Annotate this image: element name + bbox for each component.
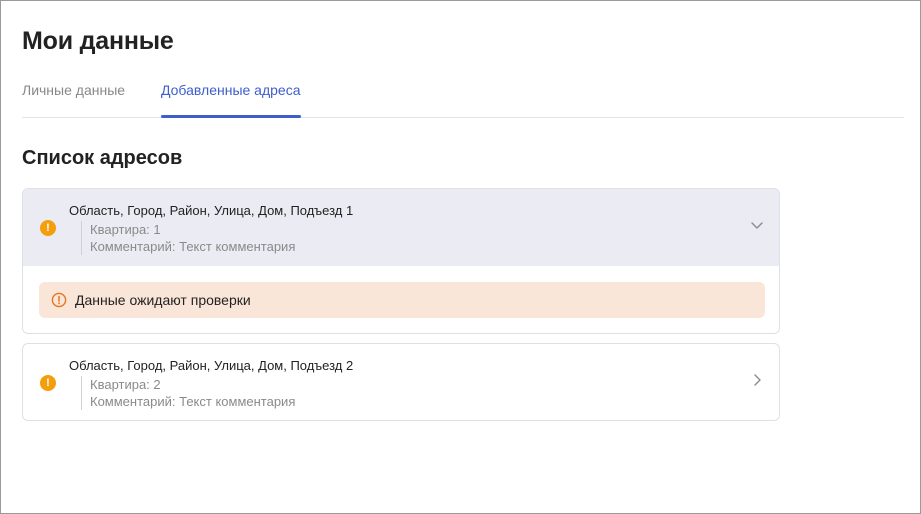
tab-bar: Личные данные Добавленные адреса [22, 71, 904, 118]
warning-icon: ! [40, 375, 56, 391]
comment-text: Комментарий: Текст комментария [90, 239, 296, 254]
chevron-right-icon[interactable] [749, 372, 765, 388]
pending-verification-notice: Данные ожидают проверки [39, 282, 765, 318]
address-card[interactable]: ! Область, Город, Район, Улица, Дом, Под… [22, 343, 780, 421]
section-title: Список адресов [22, 147, 183, 169]
address-text: Область, Город, Район, Улица, Дом, Подъе… [69, 358, 354, 373]
tab-personal-data[interactable]: Личные данные [22, 71, 125, 117]
apartment-text: Квартира: 1 [90, 222, 161, 237]
page-title: Мои данные [22, 27, 174, 55]
page-frame: Мои данные Личные данные Добавленные адр… [0, 0, 921, 514]
warning-outline-icon [51, 292, 67, 308]
comment-text: Комментарий: Текст комментария [90, 394, 296, 409]
notice-text: Данные ожидают проверки [75, 292, 251, 308]
address-text: Область, Город, Район, Улица, Дом, Подъе… [69, 203, 354, 218]
address-card-header[interactable]: ! Область, Город, Район, Улица, Дом, Под… [23, 189, 779, 266]
address-details: Квартира: 2 Комментарий: Текст комментар… [81, 376, 295, 410]
tab-added-addresses[interactable]: Добавленные адреса [161, 71, 301, 118]
warning-icon: ! [40, 220, 56, 236]
apartment-text: Квартира: 2 [90, 377, 161, 392]
address-details: Квартира: 1 Комментарий: Текст комментар… [81, 221, 295, 255]
chevron-down-icon[interactable] [749, 217, 765, 233]
address-card-header[interactable]: ! Область, Город, Район, Улица, Дом, Под… [23, 344, 779, 420]
address-card: ! Область, Город, Район, Улица, Дом, Под… [22, 188, 780, 334]
